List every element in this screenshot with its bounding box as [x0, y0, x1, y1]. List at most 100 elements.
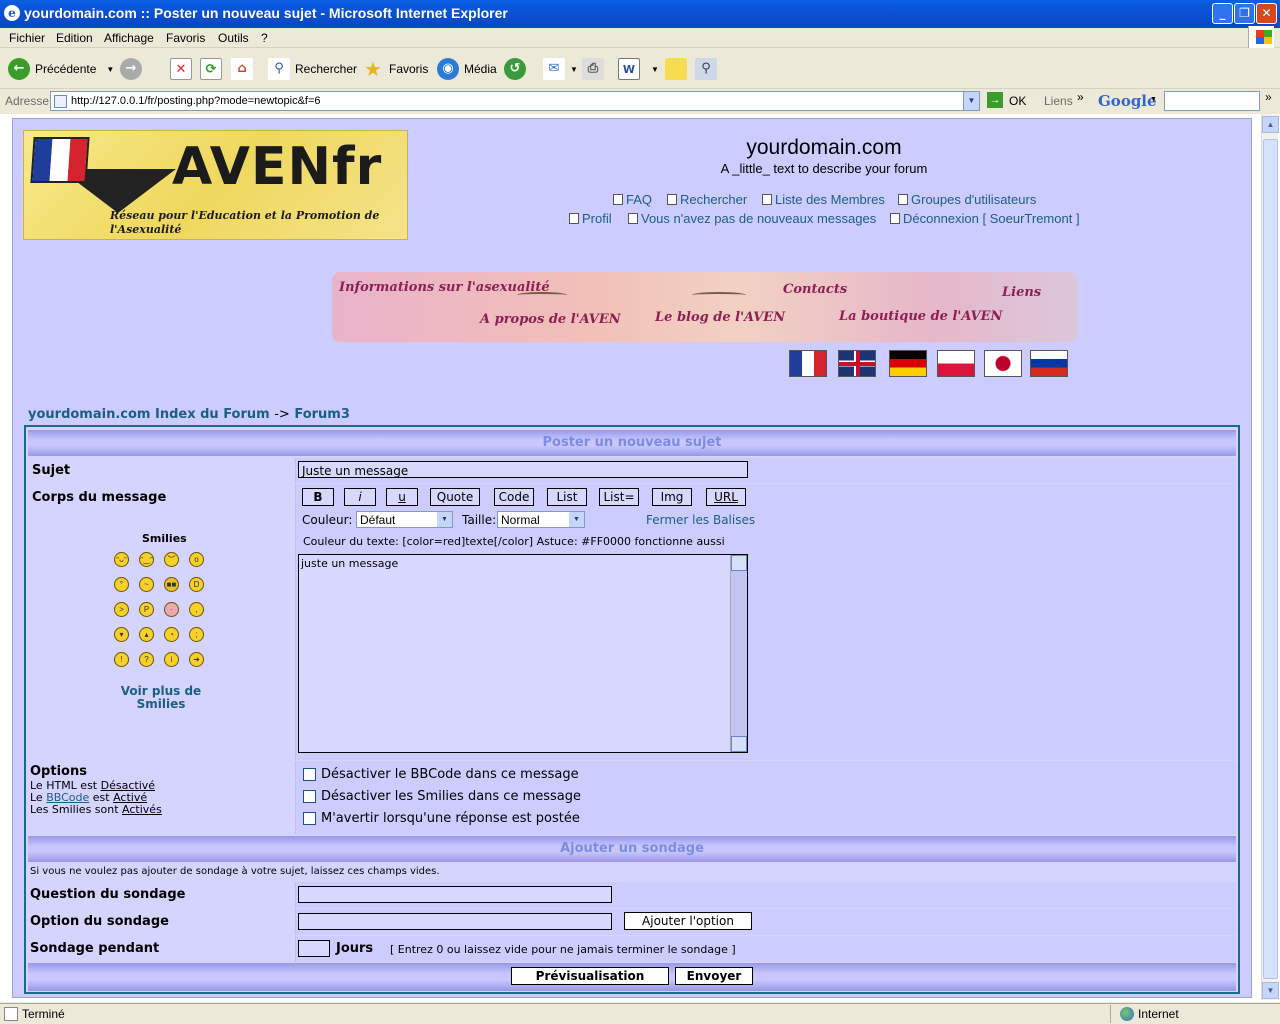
bbcode-numbered-list-button[interactable]: List= — [599, 488, 639, 506]
smiley-razz-icon[interactable]: P — [139, 602, 154, 617]
smiley-idea-icon[interactable]: i — [164, 652, 179, 667]
site-logo[interactable]: AVENfr Réseau pour l'Education et la Pro… — [23, 130, 408, 240]
chevron-down-icon[interactable]: ▼ — [570, 65, 578, 74]
favorites-button[interactable]: ★ Favoris — [362, 56, 428, 82]
smiley-cool-icon[interactable]: ■■ — [164, 577, 179, 592]
smiley-embarrassed-icon[interactable]: · — [164, 602, 179, 617]
chevron-right-icon[interactable]: » — [1077, 90, 1084, 104]
smiley-cry-icon[interactable]: , — [189, 602, 204, 617]
smiley-arrow-icon[interactable]: ➜ — [189, 652, 204, 667]
flag-russian-icon[interactable] — [1030, 350, 1068, 377]
history-button[interactable]: ↺ — [504, 56, 531, 82]
minimize-button[interactable]: _ — [1212, 3, 1233, 24]
menu-help[interactable]: ? — [261, 31, 268, 45]
smiley-rolleyes-icon[interactable]: ◔ — [164, 627, 179, 642]
poll-length-input[interactable] — [298, 940, 330, 957]
breadcrumb-index-link[interactable]: yourdomain.com Index du Forum — [28, 407, 270, 422]
bbcode-underline-button[interactable]: u — [386, 488, 418, 506]
google-search-input[interactable] — [1164, 91, 1260, 111]
more-smilies-link[interactable]: Voir plus de Smilies — [118, 685, 204, 711]
nav-search[interactable]: Rechercher — [667, 192, 747, 207]
mail-button[interactable]: ✉ ▼ — [543, 56, 578, 82]
flag-uk-icon[interactable] — [838, 350, 876, 377]
scroll-down-button[interactable] — [731, 736, 747, 752]
banner-link-contacts[interactable]: Contacts — [783, 282, 847, 298]
smiley-question-icon[interactable]: ? — [139, 652, 154, 667]
bbcode-list-button[interactable]: List — [547, 488, 587, 506]
bbcode-italic-button[interactable]: i — [344, 488, 376, 506]
smiley-eek-icon[interactable]: ° — [114, 577, 129, 592]
poll-option-input[interactable] — [298, 913, 612, 930]
research-button[interactable]: ⚲ — [695, 56, 722, 82]
chevron-down-icon[interactable]: ▼ — [963, 92, 979, 110]
print-button[interactable]: ⎙ — [582, 56, 609, 82]
menu-favoris[interactable]: Favoris — [166, 31, 205, 45]
flag-polish-icon[interactable] — [937, 350, 975, 377]
address-input[interactable]: http://127.0.0.1/fr/posting.php?mode=new… — [50, 91, 980, 111]
bbcode-bold-button[interactable]: B — [302, 488, 334, 506]
stop-button[interactable]: ✕ — [170, 56, 197, 82]
subject-input[interactable]: Juste un message — [298, 461, 748, 478]
go-arrow-icon[interactable]: → — [987, 92, 1003, 108]
notify-checkbox[interactable] — [303, 812, 316, 825]
banner-link-boutique[interactable]: La boutique de l'AVEN — [839, 309, 1002, 325]
menu-edition[interactable]: Edition — [56, 31, 93, 45]
go-button[interactable]: OK — [1009, 94, 1026, 108]
scroll-down-button[interactable]: ▼ — [1262, 982, 1279, 999]
message-textarea[interactable]: juste un message — [298, 554, 748, 753]
bbcode-image-button[interactable]: Img — [652, 488, 692, 506]
menu-outils[interactable]: Outils — [218, 31, 249, 45]
size-select[interactable]: Normal ▼ — [497, 511, 585, 528]
flag-french-icon[interactable] — [789, 350, 827, 377]
nav-profile[interactable]: Profil — [569, 211, 612, 226]
scroll-up-button[interactable]: ▲ — [1262, 116, 1279, 133]
nav-faq[interactable]: FAQ — [613, 192, 652, 207]
menu-fichier[interactable]: Fichier — [9, 31, 45, 45]
submit-button[interactable]: Envoyer — [675, 967, 753, 985]
color-select[interactable]: Défaut ▼ — [356, 511, 453, 528]
close-tags-link[interactable]: Fermer les Balises — [646, 513, 755, 527]
smiley-confused-icon[interactable]: ~ — [139, 577, 154, 592]
flag-japanese-icon[interactable] — [984, 350, 1022, 377]
smiley-evil-icon[interactable]: ▾ — [114, 627, 129, 642]
edit-button[interactable]: W ▼ — [618, 56, 659, 82]
nav-groups[interactable]: Groupes d'utilisateurs — [898, 192, 1036, 207]
smiley-sad-icon[interactable]: ︶ — [164, 552, 179, 567]
banner-link-blog[interactable]: Le blog de l'AVEN — [655, 310, 785, 326]
chevron-down-icon[interactable]: ▼ — [1150, 96, 1157, 103]
discuss-button[interactable] — [665, 56, 692, 82]
smiley-surprised-icon[interactable]: o — [189, 552, 204, 567]
search-button[interactable]: ⚲ Rechercher — [268, 56, 357, 82]
media-button[interactable]: ◉ Média — [437, 56, 497, 82]
links-label[interactable]: Liens — [1044, 94, 1073, 108]
back-button[interactable]: ← Précédente ▼ — [8, 56, 114, 82]
poll-question-input[interactable] — [298, 886, 612, 903]
scroll-thumb[interactable] — [1263, 139, 1278, 979]
home-button[interactable]: ⌂ — [231, 56, 258, 82]
disable-bbcode-checkbox[interactable] — [303, 768, 316, 781]
google-logo[interactable]: Google — [1098, 92, 1157, 110]
bbcode-url-button[interactable]: URL — [706, 488, 746, 506]
bbcode-quote-button[interactable]: Quote — [430, 488, 480, 506]
nav-messages[interactable]: Vous n'avez pas de nouveaux messages — [628, 211, 876, 226]
smiley-laugh-icon[interactable]: D — [189, 577, 204, 592]
add-option-button[interactable]: Ajouter l'option — [624, 912, 752, 930]
smiley-mad-icon[interactable]: > — [114, 602, 129, 617]
maximize-button[interactable]: ❐ — [1234, 3, 1255, 24]
smiley-exclaim-icon[interactable]: ! — [114, 652, 129, 667]
smiley-wink-icon[interactable]: ; — [189, 627, 204, 642]
page-scrollbar[interactable]: ▲ ▼ — [1261, 114, 1279, 1000]
nav-logout[interactable]: Déconnexion [ SoeurTremont ] — [890, 211, 1080, 226]
preview-button[interactable]: Prévisualisation — [511, 967, 669, 985]
smiley-twisted-icon[interactable]: ▴ — [139, 627, 154, 642]
chevron-right-icon[interactable]: » — [1265, 90, 1272, 104]
forward-button[interactable]: → — [120, 56, 147, 82]
smiley-smile-icon[interactable]: ᵔ‿ᵔ — [139, 552, 154, 567]
breadcrumb-forum-link[interactable]: Forum3 — [294, 407, 350, 422]
chevron-down-icon[interactable]: ▼ — [106, 65, 114, 74]
smiley-biggrin-icon[interactable]: ᵔᴗᵔ — [114, 552, 129, 567]
refresh-button[interactable]: ⟳ — [200, 56, 227, 82]
banner-link-apropos[interactable]: A propos de l'AVEN — [480, 312, 621, 328]
bbcode-code-button[interactable]: Code — [494, 488, 534, 506]
chevron-down-icon[interactable]: ▼ — [651, 65, 659, 74]
